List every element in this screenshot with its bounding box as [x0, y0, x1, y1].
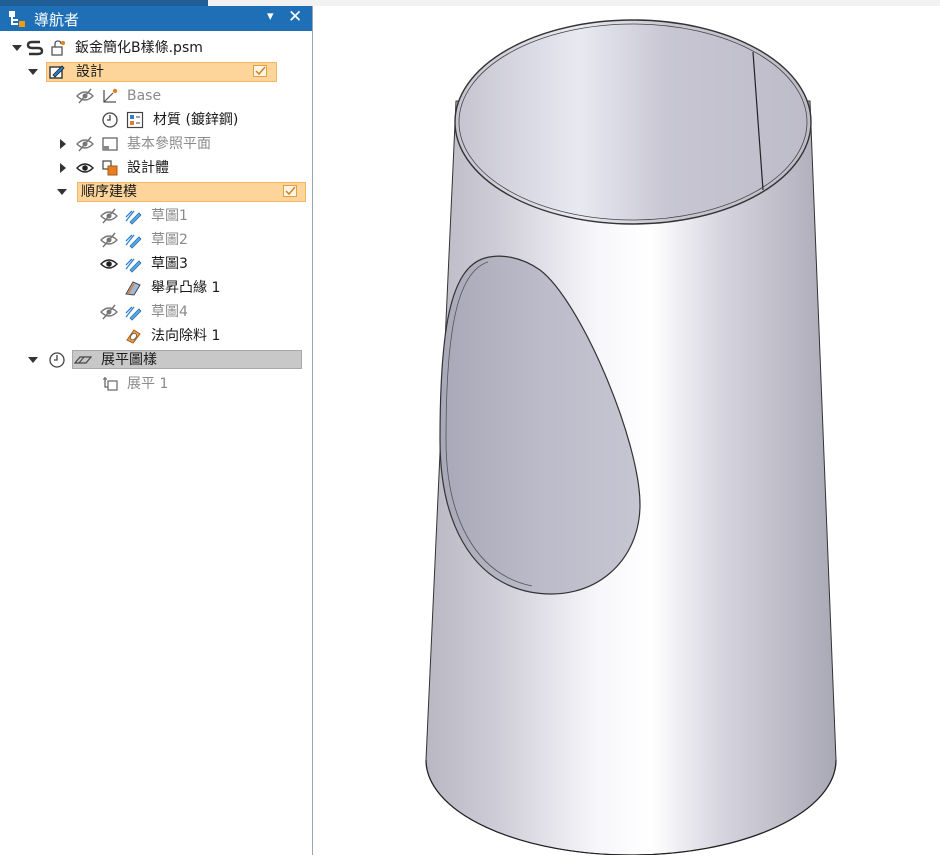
- flatten-icon: [103, 377, 118, 391]
- sketch1-label: 草圖1: [151, 208, 188, 224]
- hide-eye-icon[interactable]: [100, 303, 118, 321]
- tree-item-material[interactable]: 材質 (鍍鋅鋼): [0, 109, 312, 131]
- collapse-arrow-icon[interactable]: [28, 357, 38, 363]
- show-eye-icon[interactable]: [100, 255, 118, 273]
- graphics-viewport[interactable]: [313, 6, 940, 856]
- material-label: 材質 (鍍鋅鋼): [153, 112, 239, 128]
- sketch4-label: 草圖4: [151, 304, 188, 320]
- navigator-title-bar: 導航者 ▾ ✕: [0, 6, 312, 31]
- tree-item-base[interactable]: Base: [0, 85, 312, 107]
- tree-item-design[interactable]: 設計: [0, 61, 312, 83]
- design-body-label: 設計體: [127, 160, 169, 176]
- contour-flange-icon: [125, 281, 141, 296]
- flat-pattern-icon: [74, 356, 92, 364]
- collapse-arrow-icon[interactable]: [28, 69, 38, 75]
- tree-item-normal-cut[interactable]: 法向除料 1: [0, 325, 312, 347]
- material-icon: [126, 111, 144, 129]
- hide-eye-icon[interactable]: [76, 87, 94, 105]
- sketch-icon: [125, 210, 142, 225]
- tree-item-flat-pattern[interactable]: 展平圖樣: [0, 349, 312, 371]
- tree-item-loft[interactable]: 舉昇凸緣 1: [0, 277, 312, 299]
- navigator-pane: 導航者 ▾ ✕ 鈑金簡化B樣條.psm 設計 Base 材質 (鍍鋅鋼) 基本參…: [0, 6, 313, 855]
- sketch3-label: 草圖3: [151, 256, 188, 272]
- sketch-icon: [125, 234, 142, 249]
- sketch2-label: 草圖2: [151, 232, 188, 248]
- ordered-label: 順序建模: [81, 184, 137, 200]
- pane-menu-button[interactable]: ▾: [267, 9, 274, 24]
- tree-item-design-body[interactable]: 設計體: [0, 157, 312, 179]
- lock-icon: [51, 40, 65, 56]
- navigator-title: 導航者: [34, 11, 80, 29]
- sketch-icon: [125, 258, 142, 273]
- base-label: Base: [127, 88, 162, 104]
- expand-arrow-icon[interactable]: [60, 139, 66, 149]
- sketch-icon: [125, 306, 142, 321]
- tree-item-flat1[interactable]: 展平 1: [0, 373, 312, 395]
- solid-edge-icon: [26, 40, 44, 56]
- tree-item-sketch3[interactable]: 草圖3: [0, 253, 312, 275]
- tree-root[interactable]: 鈑金簡化B樣條.psm: [0, 37, 312, 59]
- flat-pattern-label: 展平圖樣: [101, 352, 157, 368]
- tree-item-reference-planes[interactable]: 基本參照平面: [0, 133, 312, 155]
- show-eye-icon[interactable]: [76, 159, 94, 177]
- navigator-icon: [9, 11, 25, 27]
- normal-cut-label: 法向除料 1: [151, 328, 221, 344]
- root-document-label: 鈑金簡化B樣條.psm: [75, 40, 203, 56]
- loft-label: 舉昇凸緣 1: [151, 280, 221, 296]
- clock-icon: [102, 112, 118, 128]
- tree-item-sketch2[interactable]: 草圖2: [0, 229, 312, 251]
- flat1-label: 展平 1: [127, 376, 169, 392]
- sheet-metal-cone-model[interactable]: [313, 6, 940, 856]
- expand-arrow-icon[interactable]: [60, 163, 66, 173]
- collapse-arrow-icon[interactable]: [57, 189, 67, 195]
- tree-item-ordered[interactable]: 順序建模: [0, 181, 312, 203]
- coordinate-system-icon: [103, 88, 118, 103]
- hide-eye-icon[interactable]: [76, 135, 94, 153]
- tree-item-sketch1[interactable]: 草圖1: [0, 205, 312, 227]
- clock-icon: [49, 352, 65, 368]
- body-icon: [102, 160, 118, 176]
- hide-eye-icon[interactable]: [100, 207, 118, 225]
- tree-item-sketch4[interactable]: 草圖4: [0, 301, 312, 323]
- design-label: 設計: [76, 64, 104, 80]
- design-icon: [49, 65, 65, 79]
- hide-eye-icon[interactable]: [100, 231, 118, 249]
- close-button[interactable]: ✕: [288, 7, 302, 27]
- reference-plane-icon: [102, 137, 118, 151]
- reference-planes-label: 基本參照平面: [127, 136, 211, 152]
- collapse-arrow-icon[interactable]: [12, 45, 22, 51]
- cutout-icon: [126, 329, 141, 344]
